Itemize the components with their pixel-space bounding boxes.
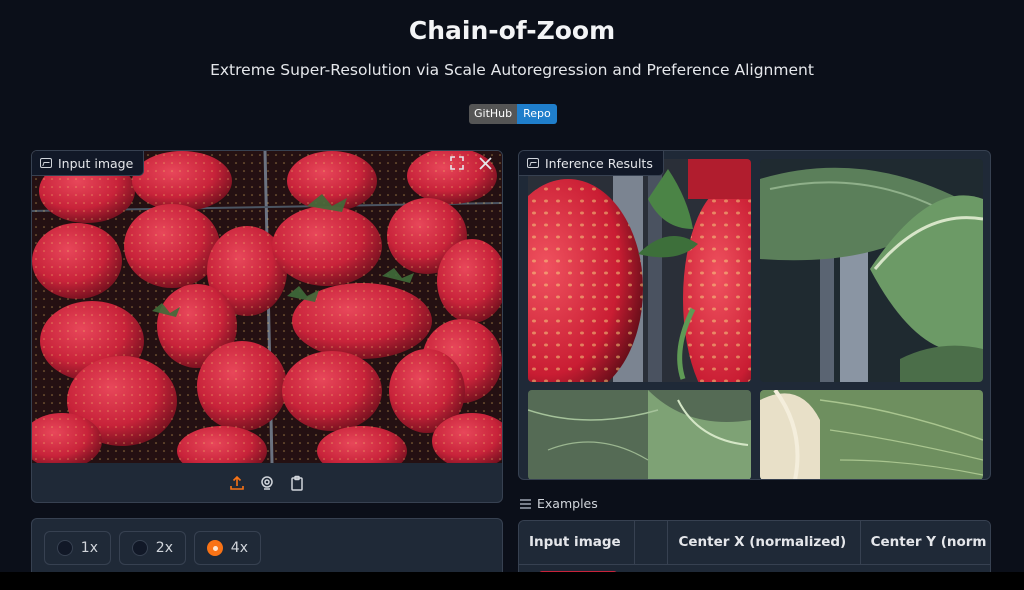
result-tile-3[interactable] [528,390,751,479]
inference-results-label-chip: Inference Results [519,151,664,176]
github-repo-badge[interactable]: GitHub Repo [469,104,557,124]
clipboard-icon[interactable] [288,474,306,492]
close-icon[interactable] [476,154,494,172]
list-icon [520,498,531,509]
result-tile-4[interactable] [760,390,983,479]
examples-table: Input image Center X (normalized) Center… [518,520,991,580]
inference-results-label: Inference Results [545,155,653,171]
examples-heading: Examples [520,496,598,511]
fullscreen-icon[interactable] [448,154,466,172]
image-source-toolbar [32,463,502,502]
image-icon [527,158,539,168]
image-icon [40,158,52,168]
scale-selector-panel: 1x 2x 4x [31,518,503,578]
result-tile-2[interactable] [760,159,983,382]
radio-indicator-selected [207,540,223,556]
examples-label: Examples [537,496,598,511]
radio-indicator [132,540,148,556]
scale-option-4x[interactable]: 4x [194,531,261,565]
inference-results-panel: Inference Results [518,150,991,480]
input-image-preview[interactable] [32,151,502,463]
scale-option-label: 4x [230,540,248,556]
examples-table-header: Input image Center X (normalized) Center… [519,521,990,565]
image-tools [448,154,494,172]
page-title: Chain-of-Zoom [408,16,616,45]
scale-option-2x[interactable]: 2x [119,531,186,565]
input-image-panel: Input image [31,150,503,503]
webcam-icon[interactable] [258,474,276,492]
badge-label-repo: Repo [517,104,557,124]
column-header-center-y[interactable]: Center Y (norm [861,521,990,564]
upload-icon[interactable] [228,474,246,492]
input-image-label: Input image [58,155,134,171]
column-header-center-x[interactable]: Center X (normalized) [668,521,861,564]
result-tile-1[interactable] [528,159,751,382]
column-header-input-image[interactable]: Input image [519,521,635,564]
page-subtitle: Extreme Super-Resolution via Scale Autor… [210,61,814,79]
scale-option-1x[interactable]: 1x [44,531,111,565]
scale-option-label: 2x [155,540,173,556]
scale-option-label: 1x [80,540,98,556]
badge-label-github: GitHub [469,104,518,124]
column-header-empty[interactable] [635,521,669,564]
input-image-label-chip: Input image [32,151,145,176]
radio-indicator [57,540,73,556]
bottom-bar [0,572,1024,590]
